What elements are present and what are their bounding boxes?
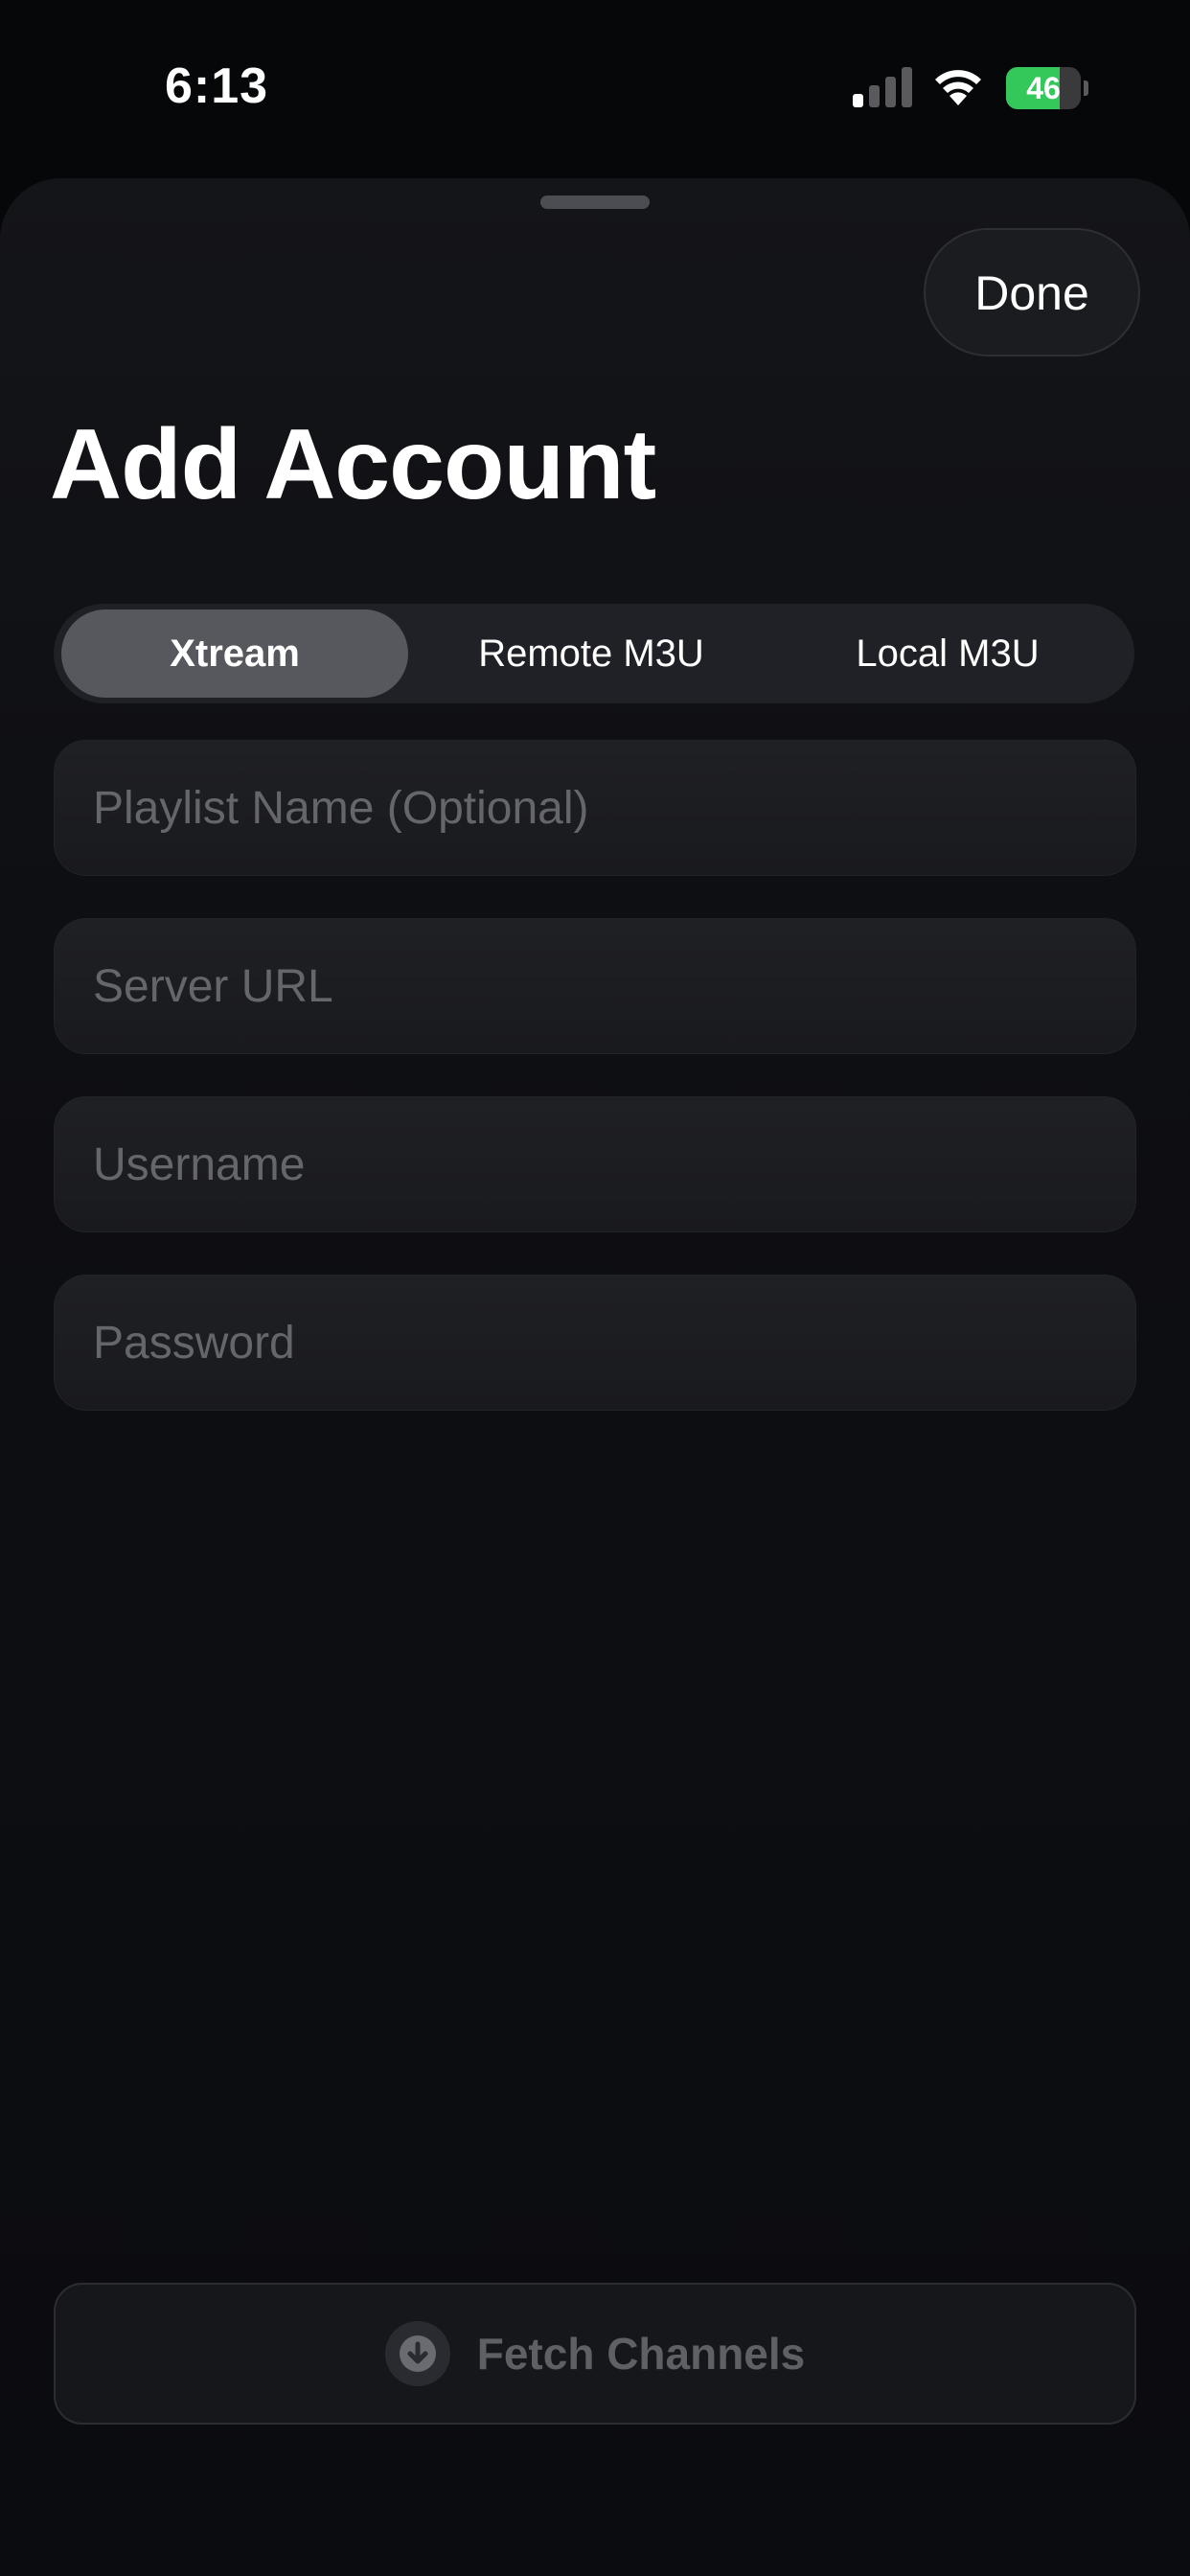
server-url-field bbox=[54, 918, 1136, 1054]
cellular-signal-icon bbox=[853, 67, 912, 107]
sheet-grabber[interactable] bbox=[540, 196, 650, 209]
username-input[interactable] bbox=[93, 1097, 1099, 1231]
account-type-segmented-control: Xtream Remote M3U Local M3U bbox=[54, 604, 1134, 703]
battery-indicator: 46 bbox=[1006, 67, 1088, 109]
done-button[interactable]: Done bbox=[924, 228, 1140, 356]
wifi-icon bbox=[935, 70, 981, 105]
fetch-channels-label: Fetch Channels bbox=[476, 2329, 806, 2379]
playlist-name-input[interactable] bbox=[93, 741, 1099, 875]
status-time: 6:13 bbox=[165, 58, 269, 114]
battery-cap bbox=[1084, 80, 1088, 96]
download-circle-icon bbox=[384, 2321, 450, 2386]
fetch-channels-content: Fetch Channels bbox=[56, 2285, 1134, 2423]
segment-xtream[interactable]: Xtream bbox=[61, 610, 408, 698]
battery-level: 46 bbox=[1026, 71, 1061, 105]
server-url-input[interactable] bbox=[93, 919, 1099, 1053]
fetch-channels-button[interactable]: Fetch Channels bbox=[54, 2283, 1136, 2425]
status-bar: 6:13 46 bbox=[0, 0, 1190, 172]
playlist-name-field bbox=[54, 740, 1136, 876]
page-title: Add Account bbox=[50, 409, 656, 520]
battery-body: 46 bbox=[1006, 67, 1081, 109]
add-account-sheet: Done Add Account Xtream Remote M3U Local… bbox=[0, 178, 1190, 2576]
password-input[interactable] bbox=[93, 1276, 1099, 1410]
screen: 6:13 46 Done Add Account Xtream Remote M… bbox=[0, 0, 1190, 2576]
username-field bbox=[54, 1096, 1136, 1232]
password-field bbox=[54, 1275, 1136, 1411]
segment-remote-m3u[interactable]: Remote M3U bbox=[418, 610, 765, 698]
segment-local-m3u[interactable]: Local M3U bbox=[774, 610, 1121, 698]
